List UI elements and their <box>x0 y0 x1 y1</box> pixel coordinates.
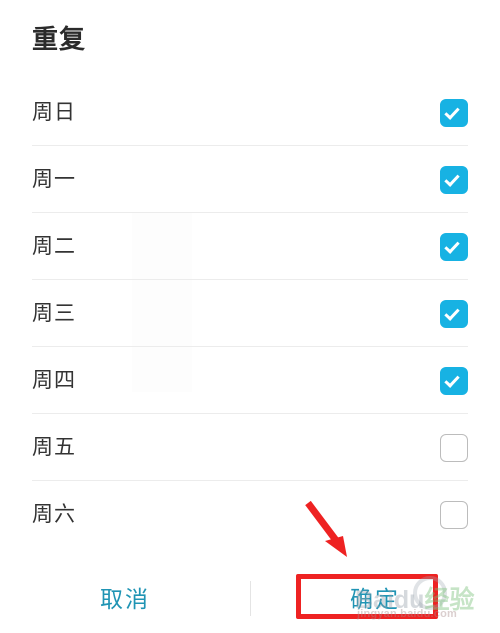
day-label: 周五 <box>32 435 76 459</box>
repeat-selection-dialog: 重复 周日 周一 周二 周三 周四 周五 周六 取消 确定 Baidu经验 ji… <box>0 0 500 633</box>
checkbox-sunday[interactable] <box>440 98 468 127</box>
day-label: 周日 <box>32 100 76 124</box>
list-item-saturday[interactable]: 周六 <box>0 481 500 548</box>
checkbox-saturday[interactable] <box>440 500 468 529</box>
day-label: 周二 <box>32 234 76 258</box>
list-item-friday[interactable]: 周五 <box>0 414 500 481</box>
cancel-button[interactable]: 取消 <box>0 584 250 614</box>
list-item-monday[interactable]: 周一 <box>0 146 500 213</box>
confirm-button[interactable]: 确定 <box>250 584 500 614</box>
list-item-sunday[interactable]: 周日 <box>0 79 500 146</box>
footer-divider <box>250 581 251 616</box>
checkbox-friday[interactable] <box>440 433 468 462</box>
checkbox-wednesday[interactable] <box>440 299 468 328</box>
day-label: 周一 <box>32 167 76 191</box>
list-item-tuesday[interactable]: 周二 <box>0 213 500 280</box>
day-list: 周日 周一 周二 周三 周四 周五 周六 <box>0 79 500 548</box>
checkbox-thursday[interactable] <box>440 366 468 395</box>
page-title: 重复 <box>32 24 87 54</box>
day-label: 周四 <box>32 368 76 392</box>
day-label: 周六 <box>32 502 76 526</box>
checkbox-monday[interactable] <box>440 165 468 194</box>
day-label: 周三 <box>32 301 76 325</box>
dialog-footer: 取消 确定 <box>0 565 500 633</box>
list-item-wednesday[interactable]: 周三 <box>0 280 500 347</box>
list-item-thursday[interactable]: 周四 <box>0 347 500 414</box>
checkbox-tuesday[interactable] <box>440 232 468 261</box>
